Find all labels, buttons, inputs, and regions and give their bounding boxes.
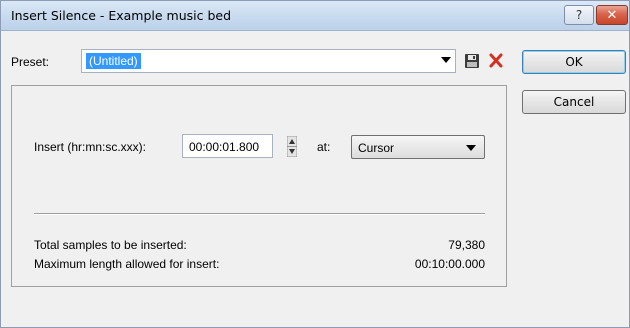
insert-length-label: Insert (hr:mn:sc.xxx): <box>34 140 147 154</box>
help-button[interactable]: ? <box>564 5 594 25</box>
at-label: at: <box>317 140 331 154</box>
max-length-label: Maximum length allowed for insert: <box>34 257 220 271</box>
chevron-down-icon[interactable] <box>441 57 451 63</box>
preset-combobox[interactable]: (Untitled) <box>81 49 456 73</box>
cancel-button[interactable]: Cancel <box>522 90 626 114</box>
chevron-down-icon <box>466 145 476 151</box>
save-icon[interactable] <box>464 53 480 69</box>
insert-length-input[interactable]: 00:00:01.800 <box>182 134 273 158</box>
help-icon: ? <box>575 8 583 22</box>
total-samples-value: 79,380 <box>448 238 485 252</box>
spinner-icon[interactable] <box>287 136 297 157</box>
preset-label: Preset: <box>11 55 50 69</box>
ok-button[interactable]: OK <box>522 50 626 74</box>
insert-position-select[interactable]: Cursor <box>351 135 485 159</box>
total-samples-label: Total samples to be inserted: <box>34 238 187 252</box>
divider <box>34 213 485 215</box>
close-button[interactable]: ✕ <box>596 5 628 25</box>
close-icon: ✕ <box>606 7 618 23</box>
max-length-value: 00:10:00.000 <box>414 257 485 271</box>
max-length-row: Maximum length allowed for insert: 00:10… <box>34 257 485 271</box>
delete-icon[interactable] <box>488 52 504 69</box>
title-bar[interactable]: Insert Silence - Example music bed ? ✕ <box>1 1 629 31</box>
total-samples-row: Total samples to be inserted: 79,380 <box>34 238 485 252</box>
dialog-window: Insert Silence - Example music bed ? ✕ P… <box>0 0 630 328</box>
preset-value[interactable]: (Untitled) <box>86 53 141 69</box>
window-title: Insert Silence - Example music bed <box>11 8 232 23</box>
insert-position-value: Cursor <box>358 141 395 155</box>
